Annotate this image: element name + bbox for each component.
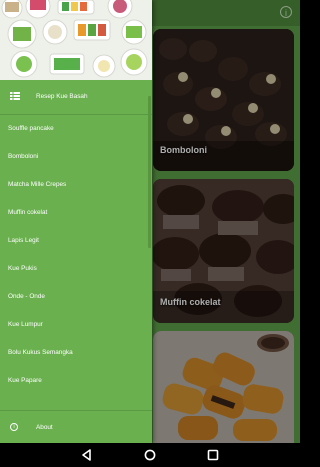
drawer-item-label: Muffin cokelat [8,209,48,216]
drawer-header-image [0,0,152,80]
drawer-item-matcha-mille-crepes[interactable]: Matcha Mille Crepes [0,172,150,200]
system-navigation-bar [0,443,300,467]
drawer-item-kue-papare[interactable]: Kue Papare [0,368,150,396]
drawer-item-label: Kue Papare [8,377,42,384]
drawer-item-about[interactable]: i About [0,415,150,441]
recent-apps-icon[interactable] [205,447,221,463]
drawer-item-lapis-legit[interactable]: Lapis Legit [0,228,150,256]
drawer-item-label: Kue Pukis [8,265,37,272]
drawer-item-label: Kue Lumpur [8,321,43,328]
drawer-item-label: About [36,424,53,431]
drawer-item-onde-onde[interactable]: Onde - Onde [0,284,150,312]
divider [0,114,152,115]
drawer-item-kue-lumpur[interactable]: Kue Lumpur [0,312,150,340]
back-icon[interactable] [79,447,95,463]
drawer-item-label: Bolu Kukus Semangka [8,349,73,356]
drawer-item-label: Resep Kue Basah [36,93,88,100]
divider [0,410,152,411]
drawer-scrollbar[interactable] [148,96,151,248]
drawer-item-label: Souffle pancake [8,125,54,132]
drawer-item-bolu-kukus-semangka[interactable]: Bolu Kukus Semangka [0,340,150,368]
home-icon[interactable] [142,447,158,463]
drawer-item-resep-kue-basah[interactable]: Resep Kue Basah [0,80,152,114]
info-icon: i [10,423,18,431]
drawer-item-label: Lapis Legit [8,237,39,244]
drawer-item-label: Bomboloni [8,153,39,160]
grid-icon [10,92,20,100]
drawer-item-muffin-cokelat[interactable]: Muffin cokelat [0,200,150,228]
drawer-item-souffle-pancake[interactable]: Souffle pancake [0,116,150,144]
navigation-drawer: Resep Kue Basah Souffle pancake Bombolon… [0,0,152,443]
drawer-item-kue-pukis[interactable]: Kue Pukis [0,256,150,284]
drawer-item-label: Matcha Mille Crepes [8,181,67,188]
drawer-item-label: Onde - Onde [8,293,45,300]
drawer-item-bomboloni[interactable]: Bomboloni [0,144,150,172]
